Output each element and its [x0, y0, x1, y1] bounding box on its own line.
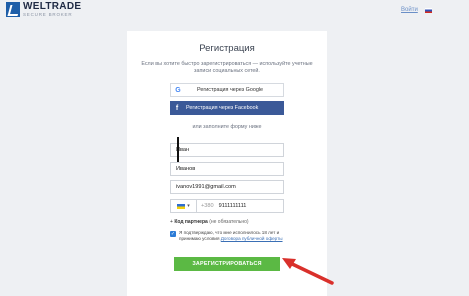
or-fill-form-text: или заполните форму ниже [192, 124, 262, 130]
facebook-icon: f [175, 104, 179, 112]
google-icon: G [175, 86, 181, 94]
phone-row: ▾ +380 9111111111 [170, 199, 284, 213]
text-cursor [177, 137, 179, 162]
consent-row: ✓ Я подтверждаю, что мне исполнилось 18 … [170, 230, 290, 242]
page-title: Регистрация [199, 43, 255, 54]
login-link[interactable]: Войти [401, 7, 418, 13]
offer-agreement-link[interactable]: Договора публичной оферты [221, 236, 283, 241]
phone-field[interactable]: +380 9111111111 [197, 199, 284, 213]
facebook-signup-button[interactable]: f Регистрация через Facebook [170, 101, 284, 115]
register-button[interactable]: ЗАРЕГИСТРИРОВАТЬСЯ [174, 257, 280, 271]
social-subtitle: Если вы хотите быстро зарегистрироваться… [141, 61, 313, 74]
partner-code-label: Код партнера [174, 219, 208, 225]
first-name-field[interactable]: Иван [170, 143, 284, 157]
russian-flag-icon[interactable] [425, 8, 432, 13]
brand-name: WELTRADE [23, 1, 82, 12]
email-field[interactable]: ivanov1991@gmail.com [170, 180, 284, 194]
logo-mark-icon [6, 2, 20, 18]
consent-checkbox[interactable]: ✓ [170, 231, 176, 237]
top-bar: WELTRADE SECURE BROKER Войти [0, 0, 469, 22]
google-signup-button[interactable]: G Регистрация через Google [170, 83, 284, 97]
chevron-down-icon: ▾ [187, 203, 190, 209]
last-name-field[interactable]: Иванов [170, 162, 284, 176]
partner-optional-note: (не обязательно) [209, 219, 249, 225]
facebook-signup-label: Регистрация через Facebook [186, 105, 259, 111]
phone-code: +380 [201, 203, 214, 209]
phone-number: 9111111111 [218, 203, 247, 209]
google-signup-label: Регистрация через Google [196, 87, 264, 93]
partner-code-toggle[interactable]: + Код партнера (не обязательно) [170, 219, 249, 225]
weltrade-logo[interactable]: WELTRADE SECURE BROKER [6, 2, 81, 18]
brand-tagline: SECURE BROKER [23, 12, 73, 17]
red-arrow-annotation [282, 258, 334, 285]
ukraine-flag-icon [177, 203, 186, 209]
country-select[interactable]: ▾ [170, 199, 197, 213]
